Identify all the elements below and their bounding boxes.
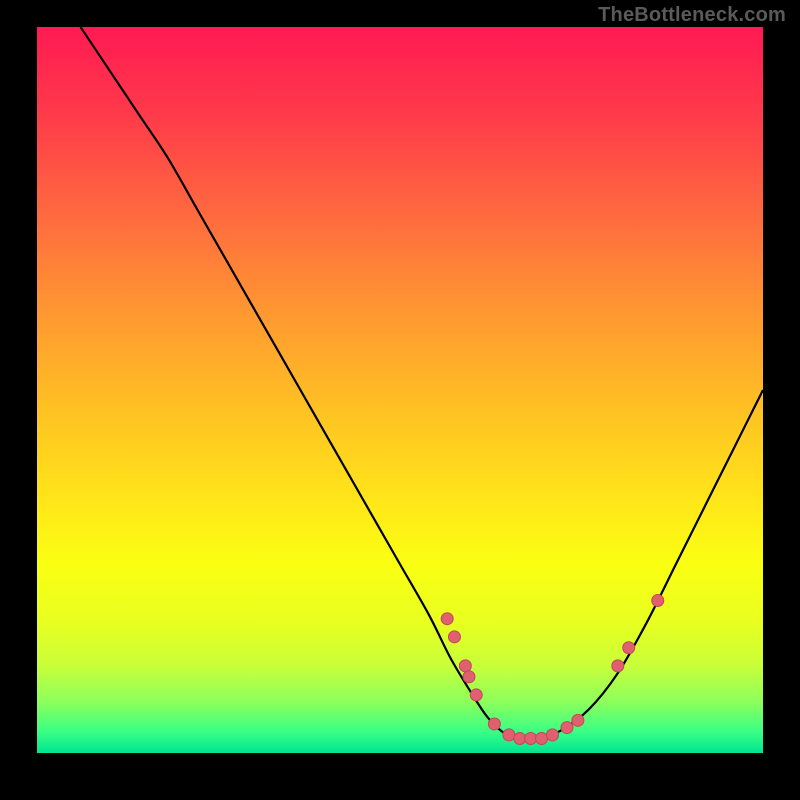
data-point [561, 722, 573, 734]
data-point [546, 729, 558, 741]
plot-area [37, 27, 763, 753]
curve-layer [37, 27, 763, 753]
data-point [652, 595, 664, 607]
data-point [503, 729, 515, 741]
bottleneck-curve [81, 27, 763, 739]
data-point [459, 660, 471, 672]
data-point [572, 714, 584, 726]
data-point [623, 642, 635, 654]
data-point [525, 732, 537, 744]
chart-container: TheBottleneck.com [0, 0, 800, 800]
data-point [470, 689, 482, 701]
data-point [448, 631, 460, 643]
data-point [488, 718, 500, 730]
data-point [514, 732, 526, 744]
data-point [536, 732, 548, 744]
data-point [612, 660, 624, 672]
data-point [441, 613, 453, 625]
watermark-text: TheBottleneck.com [598, 4, 786, 27]
data-point [463, 671, 475, 683]
